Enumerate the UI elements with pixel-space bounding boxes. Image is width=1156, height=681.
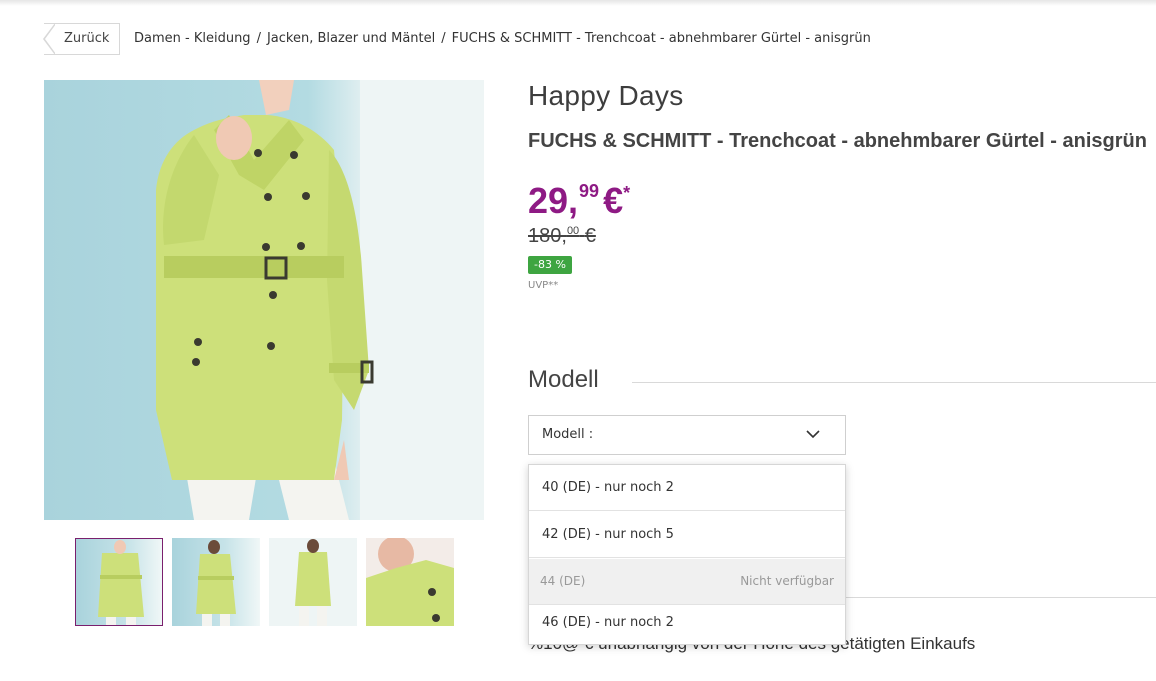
thumbnail-2[interactable] — [172, 538, 260, 626]
chevron-down-icon — [806, 430, 820, 439]
model-select[interactable]: Modell : — [528, 415, 846, 455]
uvp-note: UVP** — [528, 280, 559, 291]
thumbnail-4-image — [366, 538, 454, 626]
breadcrumb-item-jacken[interactable]: Jacken, Blazer und Mäntel — [267, 31, 435, 46]
model-section-title: Modell — [528, 366, 599, 393]
old-price: 180,00 € — [528, 225, 596, 247]
thumbnail-1[interactable] — [75, 538, 163, 626]
discount-badge: -83 % — [528, 256, 572, 274]
model-option-44: 44 (DE) Nicht verfügbar — [529, 559, 845, 605]
trenchcoat-figure — [156, 80, 374, 520]
model-option-46[interactable]: 46 (DE) - nur noch 2 — [529, 600, 845, 646]
brand-name: Happy Days — [528, 80, 684, 111]
thumbnail-3[interactable] — [269, 538, 357, 626]
model-option-label: 46 (DE) - nur noch 2 — [542, 615, 674, 630]
thumbnail-2-image — [196, 540, 236, 626]
model-select-label: Modell : — [542, 427, 594, 442]
product-title: FUCHS & SCHMITT - Trenchcoat - abnehmbar… — [528, 130, 1147, 152]
top-shadow — [0, 0, 1156, 6]
breadcrumb-item-current: FUCHS & SCHMITT - Trenchcoat - abnehmbar… — [451, 31, 871, 46]
thumbnail-4[interactable] — [366, 538, 454, 626]
content-divider — [846, 597, 1156, 598]
current-price: 29,99 €* — [528, 180, 631, 221]
model-option-42[interactable]: 42 (DE) - nur noch 5 — [529, 512, 845, 558]
model-option-label: 42 (DE) - nur noch 5 — [542, 527, 674, 542]
model-option-label: 40 (DE) - nur noch 2 — [542, 480, 674, 495]
back-button-label: Zurück — [64, 31, 110, 46]
model-option-label: 44 (DE) — [540, 574, 586, 588]
section-divider — [632, 382, 1156, 383]
breadcrumb: Damen - Kleidung / Jacken, Blazer und Mänt… — [134, 31, 871, 46]
back-button[interactable]: Zurück — [43, 23, 120, 55]
thumbnail-1-image — [98, 540, 144, 625]
product-main-image[interactable] — [44, 80, 484, 520]
availability-status: Nicht verfügbar — [740, 574, 834, 588]
breadcrumb-item-damen-kleidung[interactable]: Damen - Kleidung — [134, 31, 251, 46]
model-dropdown: 40 (DE) - nur noch 2 42 (DE) - nur noch … — [528, 464, 846, 645]
model-option-40[interactable]: 40 (DE) - nur noch 2 — [529, 465, 845, 511]
thumbnail-3-image — [269, 538, 357, 626]
